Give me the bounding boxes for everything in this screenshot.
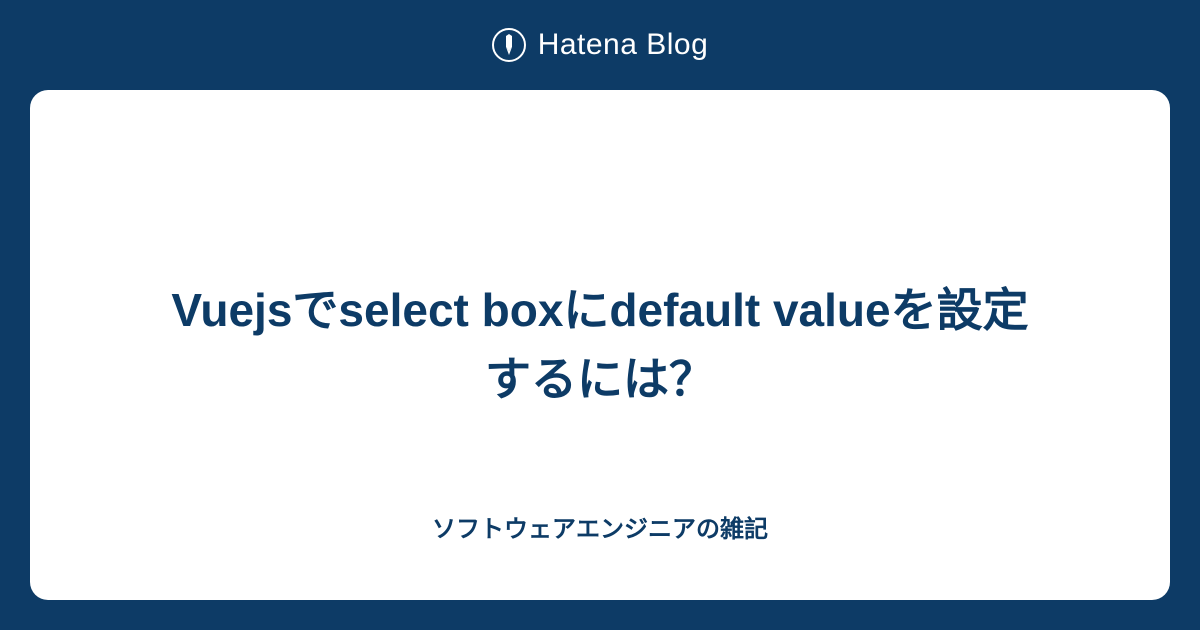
- blog-name: ソフトウェアエンジニアの雑記: [432, 509, 768, 544]
- header: Hatena Blog: [492, 0, 709, 90]
- article-title: Vuejsでselect boxにdefault valueを設定するには？: [150, 276, 1050, 414]
- article-card: Vuejsでselect boxにdefault valueを設定するには？ ソ…: [30, 90, 1170, 600]
- brand-text: Hatena Blog: [538, 28, 709, 62]
- hatena-logo-icon: [492, 28, 526, 62]
